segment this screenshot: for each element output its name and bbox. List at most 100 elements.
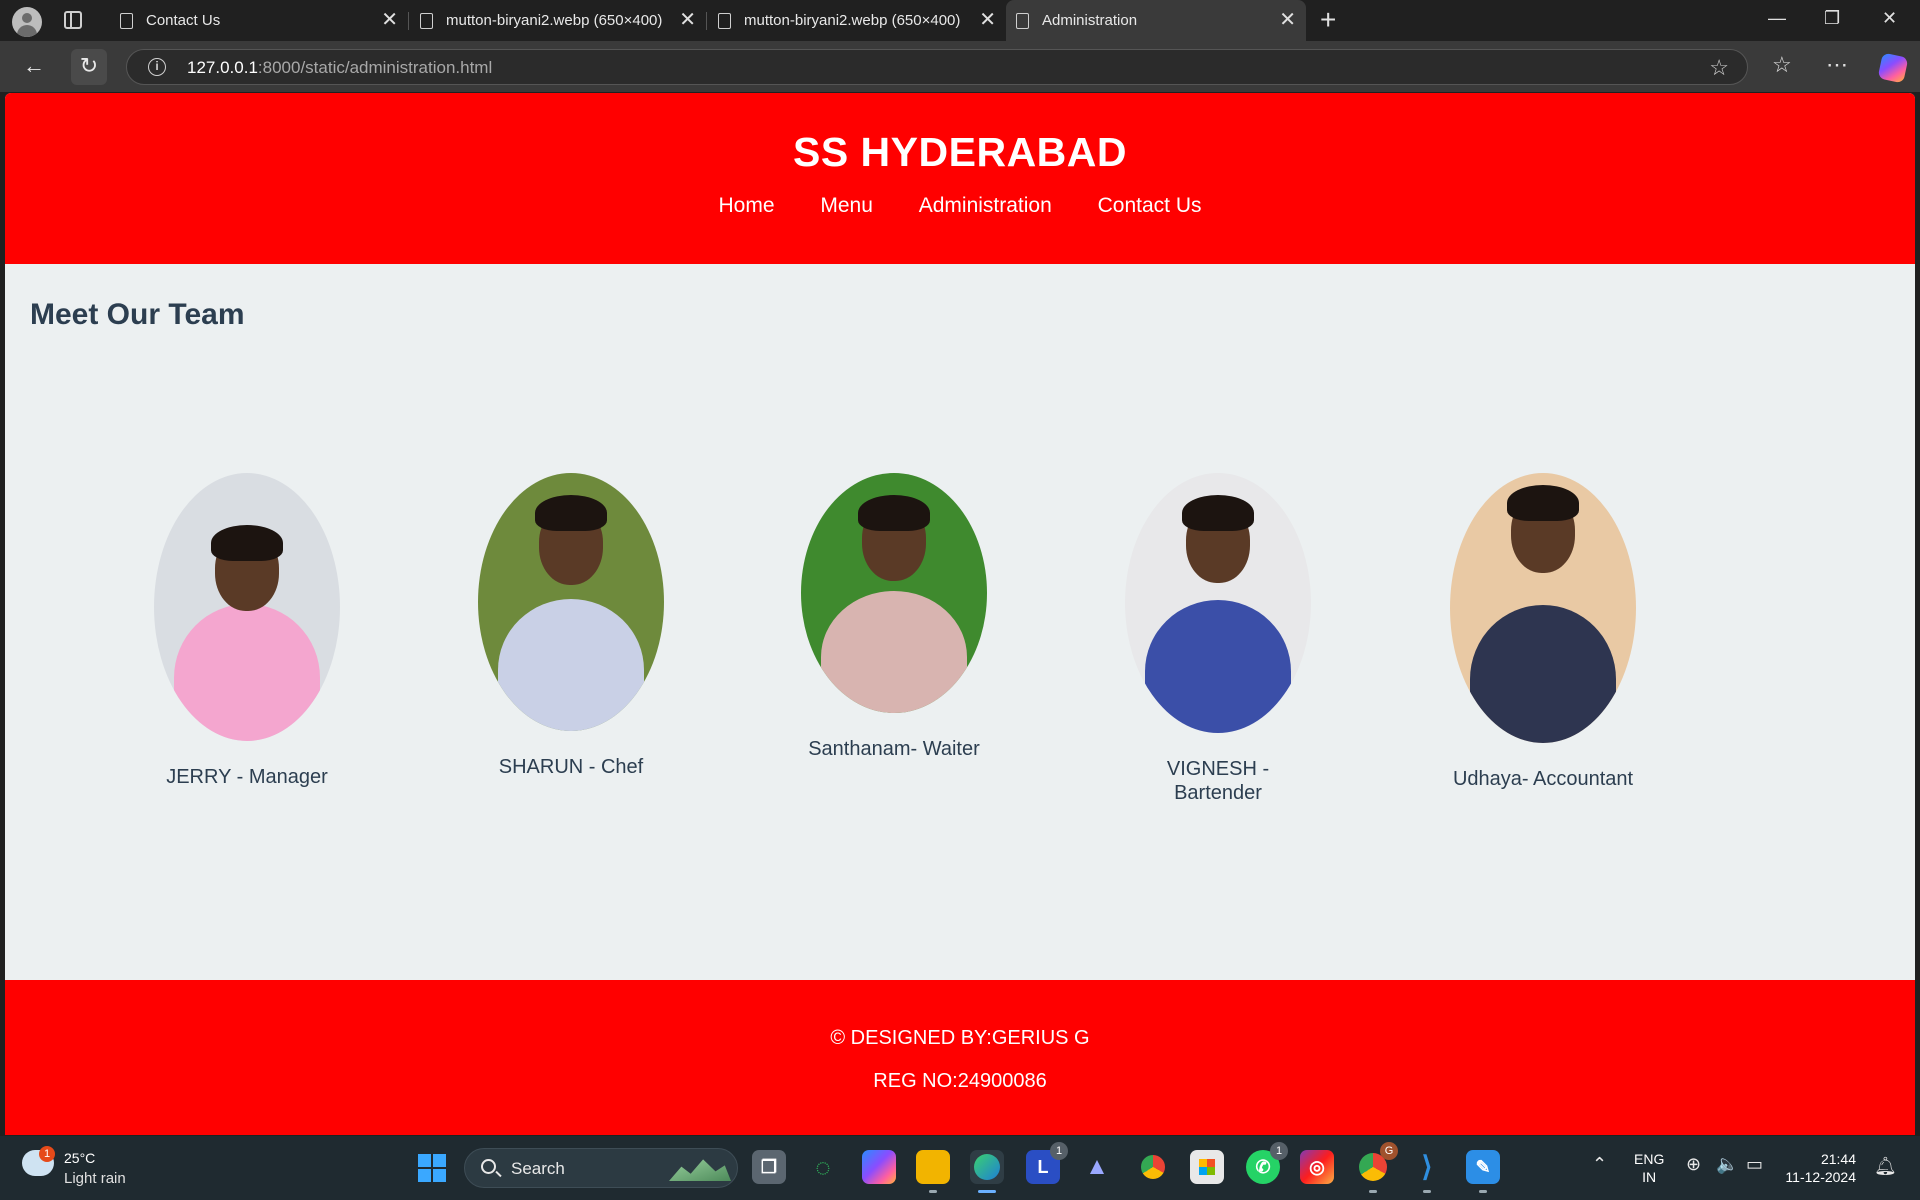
- tab-title: Contact Us: [146, 12, 221, 29]
- back-icon[interactable]: ←: [16, 49, 52, 85]
- new-tab-icon[interactable]: +: [1320, 4, 1336, 36]
- profile-avatar-icon[interactable]: [12, 7, 42, 37]
- tab-separator: [408, 12, 409, 30]
- site-footer: © DESIGNED BY:GERIUS G REG NO:24900086: [5, 980, 1915, 1135]
- photo-shirt: [1470, 604, 1616, 743]
- microsoft-store-icon[interactable]: [1190, 1150, 1224, 1184]
- copilot-app-icon[interactable]: [862, 1150, 896, 1184]
- document-icon: [718, 13, 731, 29]
- team-member-name: JERRY - Manager: [166, 766, 328, 788]
- weather-condition[interactable]: Light rain: [64, 1170, 126, 1187]
- network-icon[interactable]: ⊕: [1686, 1154, 1701, 1175]
- nav-contact-us[interactable]: Contact Us: [1098, 194, 1202, 217]
- favorites-icon[interactable]: ☆: [1772, 52, 1792, 78]
- reload-icon[interactable]: ↻: [71, 49, 107, 85]
- team-member-name: VIGNESH - Bartender: [1166, 758, 1270, 804]
- tab-close-icon[interactable]: ✕: [979, 9, 996, 31]
- site-title: SS HYDERABAD: [792, 129, 1128, 175]
- team-member-photo: [1125, 473, 1311, 733]
- browser-toolbar: ← ↻ i 127.0.0.1:8000/static/administrati…: [0, 41, 1920, 92]
- tab-title: mutton-biryani2.webp (650×400): [446, 12, 663, 29]
- team-member-photo: [801, 473, 987, 713]
- address-bar[interactable]: i 127.0.0.1:8000/static/administration.h…: [126, 49, 1748, 85]
- tab-mutton-biryani-1[interactable]: mutton-biryani2.webp (650×400) ✕: [410, 0, 706, 41]
- paint-icon[interactable]: ✎: [1466, 1150, 1500, 1193]
- language-code: ENG: [1634, 1151, 1665, 1167]
- tab-contact-us[interactable]: Contact Us ✕: [110, 0, 408, 41]
- search-highlight-icon: [669, 1159, 731, 1181]
- notifications-bell-icon[interactable]: 🔔︎: [1874, 1156, 1897, 1177]
- team-member-photo: [1450, 473, 1636, 743]
- team-member-name: Udhaya- Accountant: [1452, 768, 1634, 790]
- photo-hair: [1507, 485, 1579, 521]
- tab-close-icon[interactable]: ✕: [381, 9, 398, 31]
- tab-actions-icon[interactable]: [64, 11, 82, 29]
- photo-shirt: [1145, 600, 1291, 733]
- more-menu-icon[interactable]: ⋯: [1826, 52, 1848, 78]
- document-icon: [1016, 13, 1029, 29]
- tab-close-icon[interactable]: ✕: [1279, 9, 1296, 31]
- tab-administration[interactable]: Administration ✕: [1006, 0, 1306, 41]
- close-window-icon[interactable]: ✕: [1882, 8, 1897, 29]
- nav-menu[interactable]: Menu: [820, 194, 873, 217]
- clock-time: 21:44: [1820, 1151, 1856, 1167]
- show-hidden-icons-icon[interactable]: ⌃: [1592, 1154, 1607, 1175]
- team-member: JERRY - Manager: [117, 473, 377, 789]
- photo-hair: [535, 495, 607, 531]
- team-member-photo: [478, 473, 664, 731]
- footer-credit: © DESIGNED BY:GERIUS G: [830, 1027, 1090, 1049]
- arc-icon[interactable]: ▲: [1080, 1150, 1114, 1184]
- xbox-icon[interactable]: ◌: [806, 1150, 840, 1184]
- chrome-profile-icon[interactable]: G: [1356, 1142, 1398, 1193]
- vscode-icon[interactable]: ⟩: [1410, 1150, 1444, 1193]
- photo-hair: [211, 525, 283, 561]
- search-icon: [481, 1159, 496, 1174]
- battery-icon[interactable]: ▭: [1746, 1154, 1763, 1175]
- volume-icon[interactable]: 🔈: [1716, 1154, 1738, 1175]
- photo-shirt: [821, 591, 967, 713]
- system-clock[interactable]: 21:44 11-12-2024: [1780, 1150, 1856, 1186]
- tab-close-icon[interactable]: ✕: [679, 9, 696, 31]
- team-member-name: Santhanam- Waiter: [808, 738, 980, 760]
- weather-badge: 1: [39, 1146, 55, 1162]
- app-badge: G: [1380, 1142, 1398, 1160]
- browser-tab-strip: Contact Us ✕ mutton-biryani2.webp (650×4…: [0, 0, 1920, 41]
- tab-mutton-biryani-2[interactable]: mutton-biryani2.webp (650×400) ✕: [708, 0, 1006, 41]
- favorite-star-icon[interactable]: ☆: [1709, 55, 1729, 81]
- photo-hair: [858, 495, 930, 531]
- team-member-name: SHARUN - Chef: [498, 756, 644, 778]
- whatsapp-icon[interactable]: ✆ 1: [1246, 1142, 1288, 1184]
- weather-temperature[interactable]: 25°C: [64, 1150, 95, 1166]
- search-label: Search: [511, 1159, 565, 1178]
- windows-start-icon[interactable]: [418, 1154, 446, 1182]
- document-icon: [120, 13, 133, 29]
- restore-icon[interactable]: ❐: [1824, 8, 1840, 29]
- team-member: VIGNESH - Bartender: [1088, 473, 1348, 805]
- file-explorer-icon[interactable]: [916, 1150, 950, 1193]
- url-text: 127.0.0.1:8000/static/administration.htm…: [187, 58, 493, 77]
- minimize-icon[interactable]: —: [1768, 8, 1786, 29]
- nav-administration[interactable]: Administration: [919, 194, 1052, 217]
- page-viewport: SS HYDERABAD Home Menu Administration Co…: [5, 93, 1915, 1135]
- photo-hair: [1182, 495, 1254, 531]
- tab-title: mutton-biryani2.webp (650×400): [744, 12, 961, 29]
- photo-shirt: [498, 599, 644, 731]
- photo-shirt: [174, 603, 320, 741]
- team-member: Santhanam- Waiter: [764, 473, 1024, 761]
- page-title: Meet Our Team: [30, 298, 245, 331]
- chrome-icon[interactable]: [1136, 1150, 1170, 1184]
- taskbar-search[interactable]: Search: [464, 1148, 738, 1188]
- l-app-icon[interactable]: L1: [1026, 1142, 1068, 1184]
- app-badge: 1: [1050, 1142, 1068, 1160]
- document-icon: [420, 13, 433, 29]
- edge-icon[interactable]: [970, 1150, 1004, 1193]
- footer-reg-no: REG NO:24900086: [873, 1070, 1047, 1092]
- team-member: Udhaya- Accountant: [1413, 473, 1673, 791]
- site-info-icon[interactable]: i: [148, 58, 166, 76]
- task-view-icon[interactable]: ❐: [752, 1150, 786, 1184]
- language-indicator[interactable]: ENG IN: [1634, 1150, 1664, 1186]
- instagram-icon[interactable]: ◎: [1300, 1150, 1334, 1184]
- taskbar: 1 25°C Light rain Search ❐ ◌ L1 ▲ ✆ 1 ◎ G…: [0, 1136, 1920, 1200]
- tab-separator: [706, 12, 707, 30]
- nav-home[interactable]: Home: [718, 194, 774, 217]
